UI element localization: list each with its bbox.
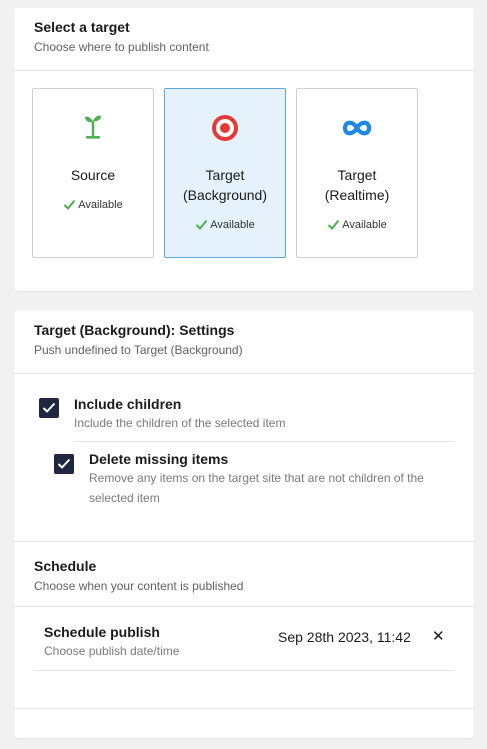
- schedule-publish-description: Choose publish date/time: [44, 644, 180, 658]
- option-divider: [74, 441, 454, 442]
- section-divider: [14, 606, 474, 607]
- section-divider: [14, 708, 474, 709]
- select-target-subtitle: Choose where to publish content: [34, 40, 209, 54]
- include-children-label: Include children: [74, 396, 182, 412]
- availability-label: Available: [78, 198, 123, 211]
- include-children-checkbox[interactable]: [39, 398, 59, 418]
- check-icon: [42, 402, 56, 413]
- target-card-name-line1: Target: [337, 167, 377, 183]
- schedule-publish-label: Schedule publish: [44, 624, 160, 640]
- section-divider: [14, 541, 474, 542]
- target-card-realtime[interactable]: Target (Realtime) Available: [296, 88, 418, 258]
- availability-status: Available: [165, 218, 285, 231]
- check-icon: [64, 199, 76, 210]
- clear-schedule-close-icon[interactable]: ✕: [432, 629, 445, 644]
- check-icon: [196, 219, 208, 230]
- schedule-title: Schedule: [34, 558, 97, 574]
- schedule-date-value[interactable]: Sep 28th 2023, 11:42: [278, 628, 411, 646]
- settings-title: Target (Background): Settings: [34, 322, 235, 338]
- target-icon: [165, 113, 285, 143]
- availability-label: Available: [210, 218, 255, 231]
- select-target-header: Select a target Choose where to publish …: [14, 8, 474, 70]
- target-card-name-line1: Target: [205, 167, 245, 183]
- settings-subtitle: Push undefined to Target (Background): [34, 343, 243, 357]
- settings-header: Target (Background): Settings Push undef…: [14, 311, 474, 373]
- delete-missing-items-description-line2: selected item: [89, 491, 160, 505]
- target-card-name-line2: (Realtime): [324, 187, 390, 203]
- row-divider: [34, 670, 454, 671]
- sprout-icon: [33, 113, 153, 143]
- delete-missing-items-label: Delete missing items: [89, 451, 229, 467]
- delete-missing-items-checkbox[interactable]: [54, 454, 74, 474]
- target-card-source[interactable]: Source Available: [32, 88, 154, 258]
- target-card-name-line2: (Background): [182, 187, 268, 203]
- divider: [14, 373, 474, 374]
- target-card-background[interactable]: Target (Background) Available: [164, 88, 286, 258]
- infinity-icon: [297, 113, 417, 143]
- availability-status: Available: [297, 218, 417, 231]
- check-icon: [57, 458, 71, 469]
- availability-status: Available: [33, 198, 153, 211]
- select-target-title: Select a target: [34, 19, 130, 35]
- target-card-name: Source: [70, 167, 116, 183]
- divider: [14, 70, 474, 71]
- availability-label: Available: [342, 218, 387, 231]
- delete-missing-items-description-line1: Remove any items on the target site that…: [89, 471, 424, 485]
- include-children-description: Include the children of the selected ite…: [74, 416, 286, 430]
- check-icon: [328, 219, 340, 230]
- settings-panel: Target (Background): Settings Push undef…: [14, 311, 474, 738]
- schedule-subtitle: Choose when your content is published: [34, 579, 244, 593]
